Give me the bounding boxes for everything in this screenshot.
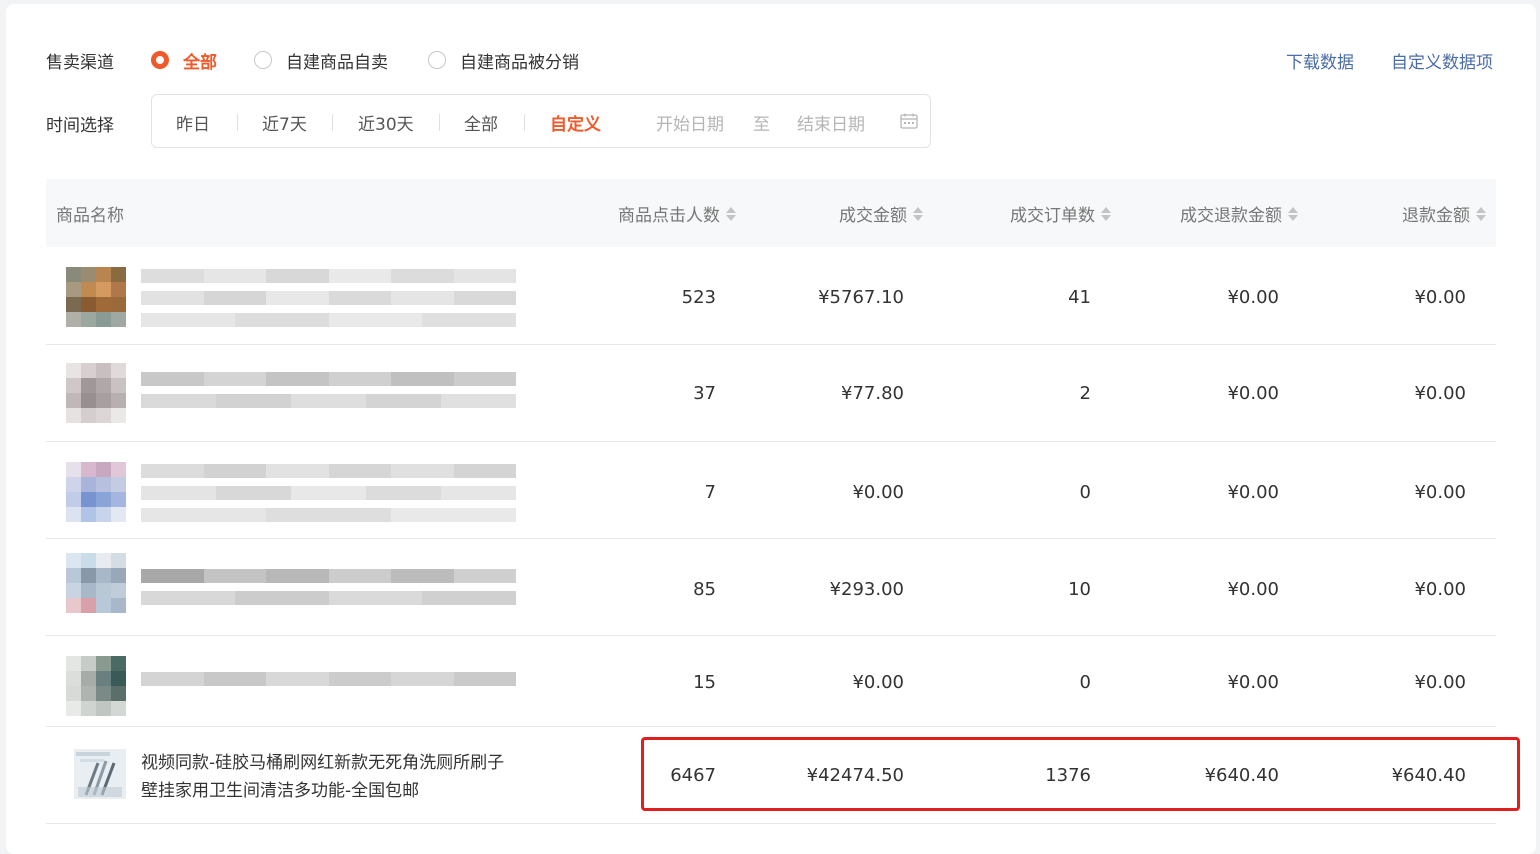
cell-refund-amount: ¥0.00 [1414, 579, 1466, 600]
cell-order-count: 0 [1079, 482, 1091, 503]
product-name[interactable]: 视频同款-硅胶马桶刷网红新款无死角洗厕所刷子壁挂家用卫生间清洁多功能-全国包邮 [141, 749, 511, 805]
channel-radio-label: 自建商品被分销 [460, 52, 579, 73]
cell-deal-refund: ¥0.00 [1227, 383, 1279, 404]
cell-deal-amount: ¥5767.10 [818, 287, 904, 308]
cell-clicks: 85 [693, 579, 716, 600]
channel-radio-label: 全部 [183, 52, 217, 73]
time-option-30days[interactable]: 近30天 [358, 110, 414, 135]
cell-deal-amount: ¥77.80 [841, 383, 904, 404]
product-name-blurred [141, 372, 516, 434]
cell-order-count: 2 [1079, 383, 1091, 404]
product-thumbnail [74, 749, 126, 799]
cell-deal-amount: ¥293.00 [829, 579, 904, 600]
time-option-yesterday[interactable]: 昨日 [176, 110, 210, 135]
product-name-blurred [141, 569, 516, 631]
radio-checked-icon [151, 51, 169, 69]
cell-order-count: 0 [1079, 672, 1091, 693]
col-deal-amount[interactable]: 成交金额 [839, 201, 923, 226]
table-row[interactable]: 85 ¥293.00 10 ¥0.00 ¥0.00 [46, 539, 1496, 636]
divider [237, 114, 238, 131]
data-panel: 售卖渠道 全部 自建商品自卖 自建商品被分销 下载数据 自定义数据项 时间选择 … [6, 4, 1536, 854]
cell-clicks: 523 [681, 287, 716, 308]
cell-deal-refund: ¥0.00 [1227, 287, 1279, 308]
cell-refund-amount: ¥0.00 [1414, 672, 1466, 693]
table-header: 商品名称 商品点击人数 成交金额 成交订单数 成交退款金额 退款金额 [46, 179, 1496, 247]
cell-order-count: 41 [1068, 287, 1091, 308]
table-row[interactable]: 7 ¥0.00 0 ¥0.00 ¥0.00 [46, 442, 1496, 539]
channel-radio-self-sell[interactable]: 自建商品自卖 [254, 48, 388, 73]
product-name-blurred [141, 672, 516, 734]
sort-icon[interactable] [1476, 206, 1486, 221]
end-date-input[interactable]: 结束日期 [797, 110, 865, 135]
radio-unchecked-icon [254, 51, 272, 69]
col-deal-refund[interactable]: 成交退款金额 [1180, 201, 1298, 226]
sort-icon[interactable] [726, 206, 736, 221]
highlight-annotation-box [641, 737, 1520, 811]
time-label: 时间选择 [46, 116, 114, 136]
time-option-custom[interactable]: 自定义 [550, 110, 601, 135]
time-option-all[interactable]: 全部 [464, 110, 498, 135]
product-thumbnail [66, 267, 126, 327]
cell-deal-refund: ¥0.00 [1227, 672, 1279, 693]
cell-clicks: 15 [693, 672, 716, 693]
date-separator: 至 [753, 115, 770, 135]
cell-deal-refund: ¥0.00 [1227, 579, 1279, 600]
cell-refund-amount: ¥0.00 [1414, 287, 1466, 308]
cell-refund-amount: ¥0.00 [1414, 482, 1466, 503]
channel-label: 售卖渠道 [46, 53, 114, 73]
col-refund-amount[interactable]: 退款金额 [1402, 201, 1486, 226]
cell-deal-refund: ¥0.00 [1227, 482, 1279, 503]
product-name-blurred [141, 464, 516, 526]
time-option-7days[interactable]: 近7天 [262, 110, 307, 135]
col-product-name: 商品名称 [56, 206, 124, 226]
time-range-selector: 昨日 近7天 近30天 全部 自定义 开始日期 至 结束日期 [151, 94, 931, 148]
cell-deal-amount: ¥0.00 [852, 672, 904, 693]
cell-clicks: 7 [704, 482, 716, 503]
calendar-icon[interactable] [900, 113, 918, 129]
channel-radio-distributed[interactable]: 自建商品被分销 [428, 48, 579, 73]
cell-order-count: 10 [1068, 579, 1091, 600]
product-name-blurred [141, 269, 516, 331]
radio-unchecked-icon [428, 51, 446, 69]
divider [332, 114, 333, 131]
sort-icon[interactable] [1101, 206, 1111, 221]
product-thumbnail [66, 363, 126, 423]
table-row[interactable]: 37 ¥77.80 2 ¥0.00 ¥0.00 [46, 345, 1496, 442]
col-clicks[interactable]: 商品点击人数 [618, 201, 736, 226]
product-thumbnail [66, 462, 126, 522]
col-order-count[interactable]: 成交订单数 [1010, 201, 1111, 226]
product-thumbnail [66, 553, 126, 613]
channel-radio-label: 自建商品自卖 [286, 52, 388, 73]
table-row[interactable]: 523 ¥5767.10 41 ¥0.00 ¥0.00 [46, 247, 1496, 345]
table-row[interactable]: 15 ¥0.00 0 ¥0.00 ¥0.00 [46, 636, 1496, 727]
divider [439, 114, 440, 131]
cell-clicks: 37 [693, 383, 716, 404]
custom-fields-link[interactable]: 自定义数据项 [1391, 48, 1493, 73]
product-thumbnail [66, 656, 126, 716]
download-data-link[interactable]: 下载数据 [1286, 48, 1354, 73]
cell-refund-amount: ¥0.00 [1414, 383, 1466, 404]
sort-icon[interactable] [913, 206, 923, 221]
channel-radio-all[interactable]: 全部 [151, 48, 217, 73]
start-date-input[interactable]: 开始日期 [656, 110, 724, 135]
divider [524, 114, 525, 131]
cell-deal-amount: ¥0.00 [852, 482, 904, 503]
sort-icon[interactable] [1288, 206, 1298, 221]
